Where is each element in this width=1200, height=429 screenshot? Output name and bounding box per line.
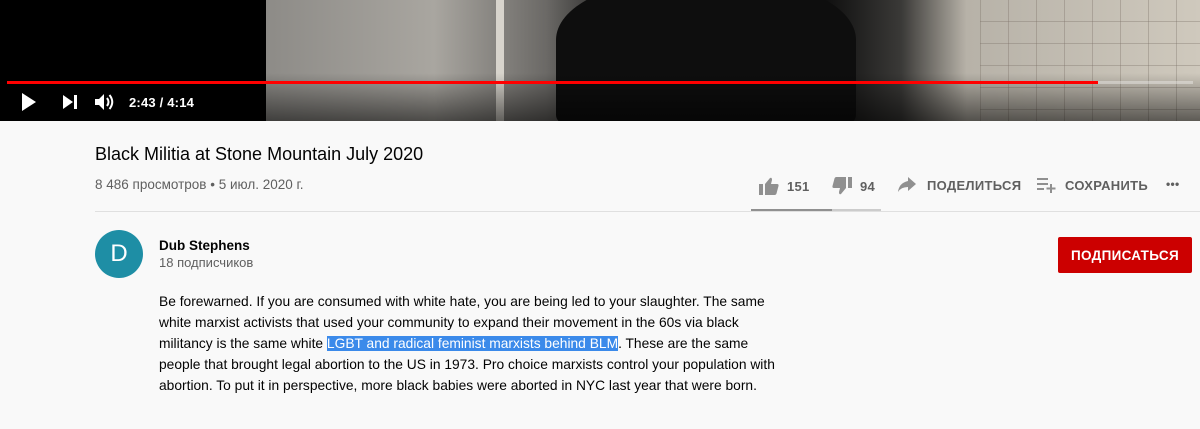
next-button[interactable] [56,90,84,114]
subscribe-button[interactable]: ПОДПИСАТЬСЯ [1058,237,1192,273]
like-count: 151 [787,178,810,194]
save-button[interactable]: СОХРАНИТЬ [1037,177,1148,193]
more-icon: ••• [1166,177,1180,191]
progress-bar[interactable] [7,81,1193,84]
play-icon [22,93,36,111]
save-label: СОХРАНИТЬ [1065,177,1148,193]
channel-name[interactable]: Dub Stephens [159,238,250,253]
volume-icon [95,94,114,110]
dislike-button[interactable]: 94 [832,177,875,195]
description-selected-text: LGBT and radical feminist marxists behin… [326,336,619,351]
video-description: Be forewarned. If you are consumed with … [159,291,779,396]
thumbs-up-icon [759,177,779,195]
more-actions-button[interactable]: ••• [1166,177,1180,191]
thumbs-down-icon [832,177,852,195]
subscriber-count: 18 подписчиков [159,255,254,270]
video-player[interactable]: 2:43 / 4:14 [0,0,1200,121]
view-count-date: 8 486 просмотров • 5 июл. 2020 г. [95,177,304,192]
share-label: ПОДЕЛИТЬСЯ [927,177,1022,193]
time-display: 2:43 / 4:14 [129,95,195,110]
volume-button[interactable] [93,90,119,114]
like-button[interactable]: 151 [759,177,810,195]
next-icon [63,95,77,109]
video-title: Black Militia at Stone Mountain July 202… [95,144,424,164]
share-icon [898,177,916,192]
channel-avatar[interactable]: D [95,230,143,278]
dislike-count: 94 [860,178,876,194]
playlist-add-icon [1037,178,1056,193]
progress-bar-played [7,81,1099,84]
play-button[interactable] [14,90,44,114]
share-button[interactable]: ПОДЕЛИТЬСЯ [898,177,1021,193]
divider [95,211,1200,212]
